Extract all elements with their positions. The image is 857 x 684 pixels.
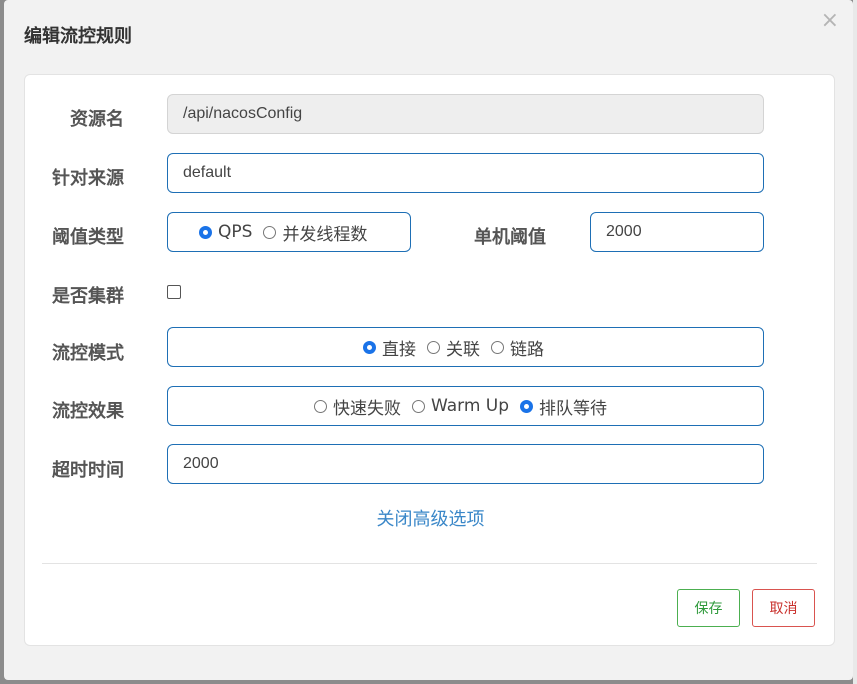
- behavior-option-label: 排队等待: [539, 398, 608, 419]
- save-button[interactable]: 保存: [677, 589, 740, 627]
- control-behavior-label: 流控效果: [52, 401, 124, 422]
- radio-icon[interactable]: [263, 225, 277, 239]
- radio-icon[interactable]: [520, 399, 534, 413]
- limit-app-input[interactable]: default: [167, 153, 764, 193]
- cancel-button[interactable]: 取消: [752, 589, 815, 627]
- radio-icon[interactable]: [412, 399, 425, 413]
- resource-input: /api/nacosConfig: [167, 94, 764, 134]
- strategy-option-label: 关联: [446, 339, 480, 360]
- radio-icon[interactable]: [314, 399, 327, 413]
- close-advanced-options-link[interactable]: 关闭高级选项: [25, 505, 836, 531]
- backdrop: [853, 0, 857, 684]
- timeout-label: 超时时间: [52, 460, 124, 481]
- threshold-type-threads[interactable]: 并发线程数: [263, 220, 367, 245]
- threshold-label: 单机阈值: [474, 227, 546, 248]
- strategy-option-label: 直接: [382, 339, 416, 360]
- threshold-type-option-label: QPS: [218, 222, 253, 242]
- threshold-type-label: 阈值类型: [52, 227, 124, 248]
- threshold-type-group: QPS 并发线程数: [167, 212, 411, 252]
- behavior-option-label: 快速失败: [333, 398, 401, 419]
- strategy-relate[interactable]: 关联: [427, 335, 480, 360]
- divider: [42, 563, 817, 564]
- strategy-chain[interactable]: 链路: [491, 335, 544, 360]
- dialog-title: 编辑流控规则: [24, 26, 132, 47]
- timeout-input[interactable]: 2000: [167, 444, 764, 484]
- limit-app-label: 针对来源: [52, 168, 124, 189]
- control-behavior-group: 快速失败 Warm Up 排队等待: [167, 386, 764, 426]
- behavior-warm-up[interactable]: Warm Up: [412, 396, 509, 416]
- strategy-label: 流控模式: [52, 343, 124, 364]
- radio-icon[interactable]: [491, 340, 504, 354]
- behavior-option-label: Warm Up: [431, 396, 510, 416]
- strategy-option-label: 链路: [510, 339, 544, 360]
- threshold-input[interactable]: 2000: [590, 212, 764, 252]
- behavior-fast-fail[interactable]: 快速失败: [314, 394, 401, 419]
- threshold-type-option-label: 并发线程数: [282, 224, 368, 245]
- edit-flow-rule-dialog: 编辑流控规则 × 资源名 /api/nacosConfig 针对来源 defau…: [4, 0, 853, 680]
- close-icon[interactable]: ×: [821, 8, 839, 33]
- resource-label: 资源名: [70, 109, 124, 130]
- behavior-queue[interactable]: 排队等待: [520, 394, 607, 419]
- form-panel: 资源名 /api/nacosConfig 针对来源 default 阈值类型 Q…: [24, 74, 835, 646]
- strategy-group: 直接 关联 链路: [167, 327, 764, 367]
- radio-icon[interactable]: [363, 340, 376, 354]
- threshold-type-qps[interactable]: QPS: [199, 222, 252, 242]
- cluster-label: 是否集群: [52, 286, 124, 307]
- cluster-checkbox[interactable]: [167, 285, 181, 299]
- strategy-direct[interactable]: 直接: [363, 335, 416, 360]
- radio-icon[interactable]: [427, 340, 440, 354]
- radio-icon[interactable]: [199, 225, 212, 239]
